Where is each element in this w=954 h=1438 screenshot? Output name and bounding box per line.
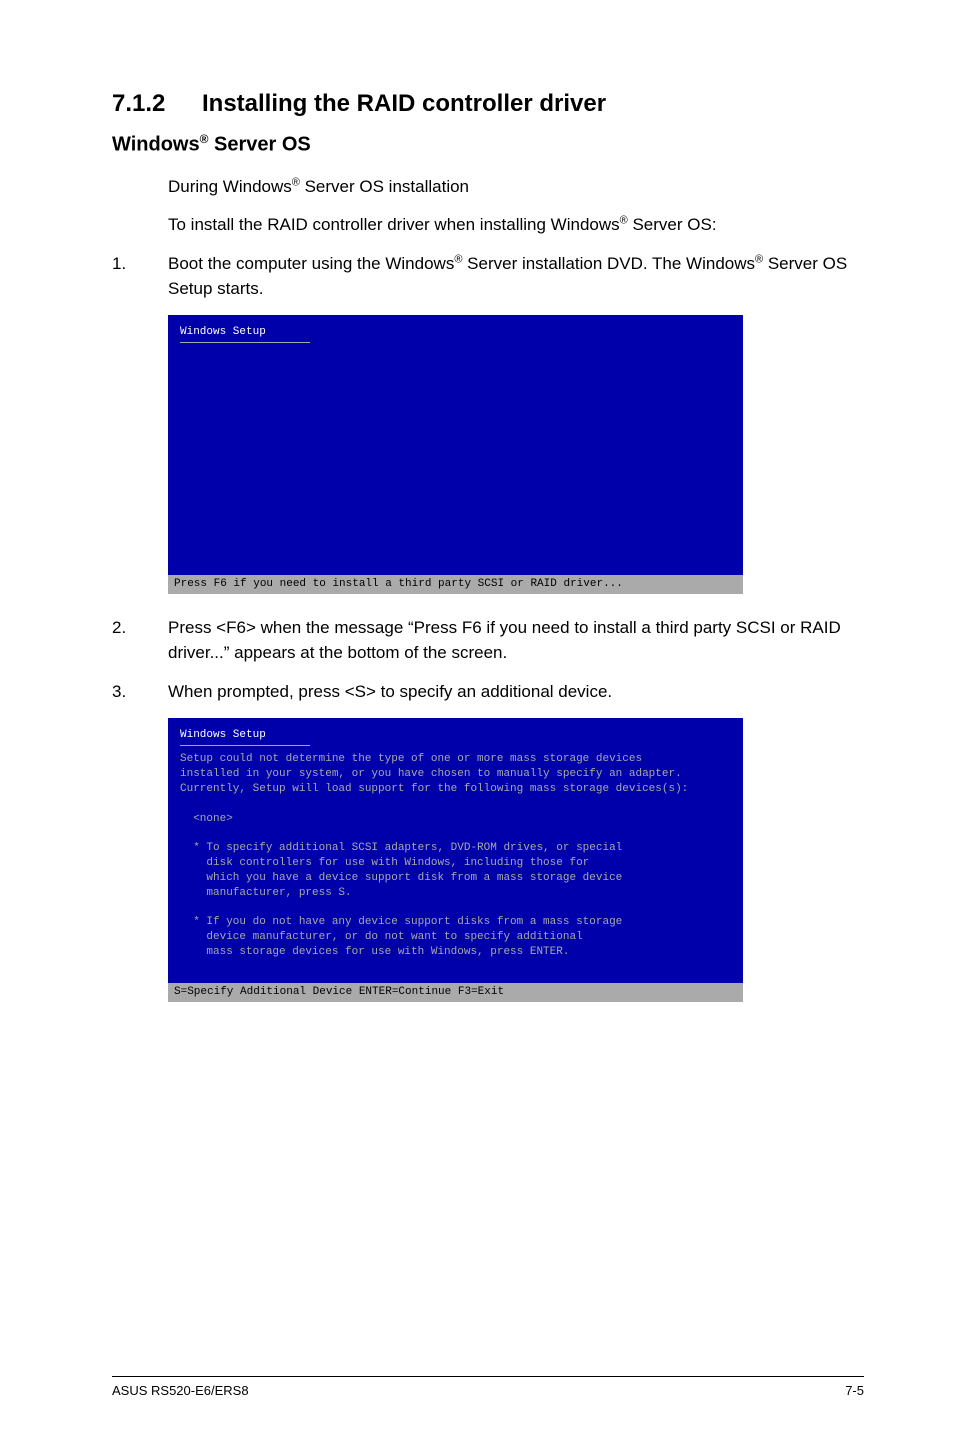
step-1-text: Boot the computer using the Windows ® Ser… [168, 252, 864, 301]
step-3: 3. When prompted, press <S> to specify a… [112, 680, 864, 705]
step1-t1: Boot the computer using the Windows [168, 254, 454, 273]
page-footer: ASUS RS520-E6/ERS8 7-5 [112, 1376, 864, 1398]
step-3-text: When prompted, press <S> to specify an a… [168, 680, 864, 705]
intro-line1-post: Server OS installation [300, 177, 469, 196]
screenshot-1: Windows Setup Press F6 if you need to in… [168, 315, 743, 594]
subsection-heading: Windows® Server OS [112, 132, 864, 157]
section-title: Installing the RAID controller driver [202, 90, 606, 117]
intro-line2-post: Server OS: [628, 215, 717, 234]
screenshot-2-status: S=Specify Additional Device ENTER=Contin… [168, 983, 743, 1002]
screenshot-2-title: Windows Setup [180, 728, 266, 745]
intro-line-1: During Windows® Server OS installation [168, 175, 864, 200]
registered-mark: ® [755, 253, 763, 265]
intro-line2-pre: To install the RAID controller driver wh… [168, 215, 620, 234]
section-heading: 7.1.2Installing the RAID controller driv… [112, 90, 864, 118]
screenshot-1-title-underline [180, 342, 310, 343]
footer-right: 7-5 [845, 1383, 864, 1398]
registered-mark: ® [620, 215, 628, 227]
registered-mark: ® [292, 176, 300, 188]
screenshot-1-status: Press F6 if you need to install a third … [168, 575, 743, 594]
step-2-number: 2. [112, 616, 168, 665]
step-1-number: 1. [112, 252, 168, 301]
step1-t2: Server installation DVD. The Windows [462, 254, 755, 273]
step-2-text: Press <F6> when the message “Press F6 if… [168, 616, 864, 665]
section-number: 7.1.2 [112, 90, 202, 118]
intro-line-2: To install the RAID controller driver wh… [168, 213, 864, 238]
screenshot-1-body: Windows Setup [168, 315, 743, 575]
step-2: 2. Press <F6> when the message “Press F6… [112, 616, 864, 665]
subheading-suffix: Server OS [208, 134, 310, 156]
intro-line1-pre: During Windows [168, 177, 292, 196]
footer-left: ASUS RS520-E6/ERS8 [112, 1383, 249, 1398]
step-3-number: 3. [112, 680, 168, 705]
step-1: 1. Boot the computer using the Windows ® … [112, 252, 864, 301]
screenshot-2-content: Setup could not determine the type of on… [180, 752, 731, 975]
subheading-prefix: Windows [112, 134, 200, 156]
screenshot-2-title-underline [180, 745, 310, 746]
screenshot-2: Windows Setup Setup could not determine … [168, 718, 743, 1002]
screenshot-1-title: Windows Setup [180, 325, 266, 342]
screenshot-2-body: Windows Setup Setup could not determine … [168, 718, 743, 983]
